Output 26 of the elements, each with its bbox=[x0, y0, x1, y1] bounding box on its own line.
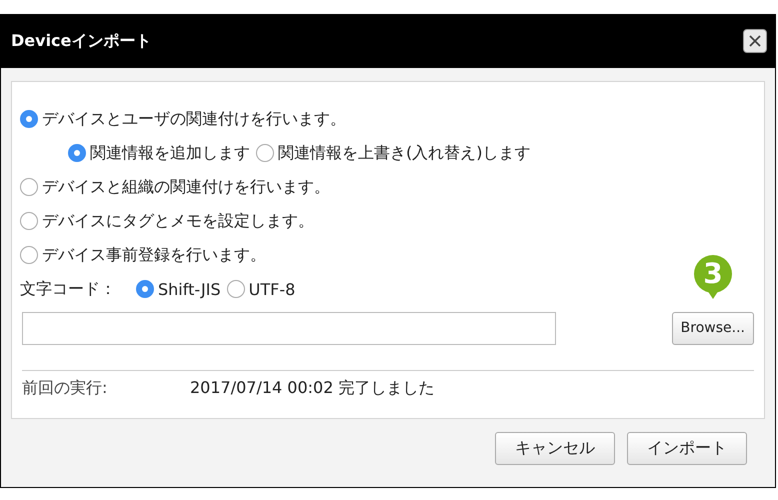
radio-button[interactable] bbox=[68, 144, 86, 162]
radio-option[interactable]: デバイスとユーザの関連付けを行います。 bbox=[20, 108, 346, 130]
radio-button[interactable] bbox=[20, 212, 38, 230]
close-button[interactable] bbox=[743, 29, 767, 53]
last-run-label: 前回の実行: bbox=[22, 378, 108, 398]
file-path-field[interactable] bbox=[22, 312, 556, 344]
dialog-button[interactable]: インポート bbox=[627, 432, 747, 465]
radio-button[interactable] bbox=[256, 144, 274, 162]
radio-button[interactable] bbox=[136, 280, 154, 298]
radio-button[interactable] bbox=[226, 280, 245, 298]
radio-option[interactable]: デバイスと組織の関連付けを行います。 bbox=[20, 176, 330, 198]
browse-button[interactable]: Browse... bbox=[672, 312, 754, 344]
dialog-button[interactable]: キャンセル bbox=[495, 432, 615, 465]
radio-option[interactable]: Shift-JIS bbox=[136, 280, 221, 298]
radio-button[interactable] bbox=[20, 246, 38, 264]
radio-option[interactable]: 関連情報を上書き(入れ替え)します bbox=[256, 142, 530, 164]
last-run-value: 2017/07/14 00:02 完了しました bbox=[190, 378, 434, 398]
radio-option[interactable]: UTF-8 bbox=[226, 280, 296, 298]
radio-option[interactable]: 関連情報を追加します bbox=[68, 142, 250, 164]
radio-option[interactable]: デバイス事前登録を行います。 bbox=[20, 244, 266, 266]
window-title: Deviceインポート bbox=[11, 30, 152, 52]
radio-button[interactable] bbox=[20, 178, 38, 196]
encoding-label: 文字コード： bbox=[20, 278, 116, 300]
close-icon bbox=[748, 34, 762, 48]
radio-option[interactable]: デバイスにタグとメモを設定します。 bbox=[20, 210, 314, 232]
radio-button[interactable] bbox=[20, 110, 38, 128]
